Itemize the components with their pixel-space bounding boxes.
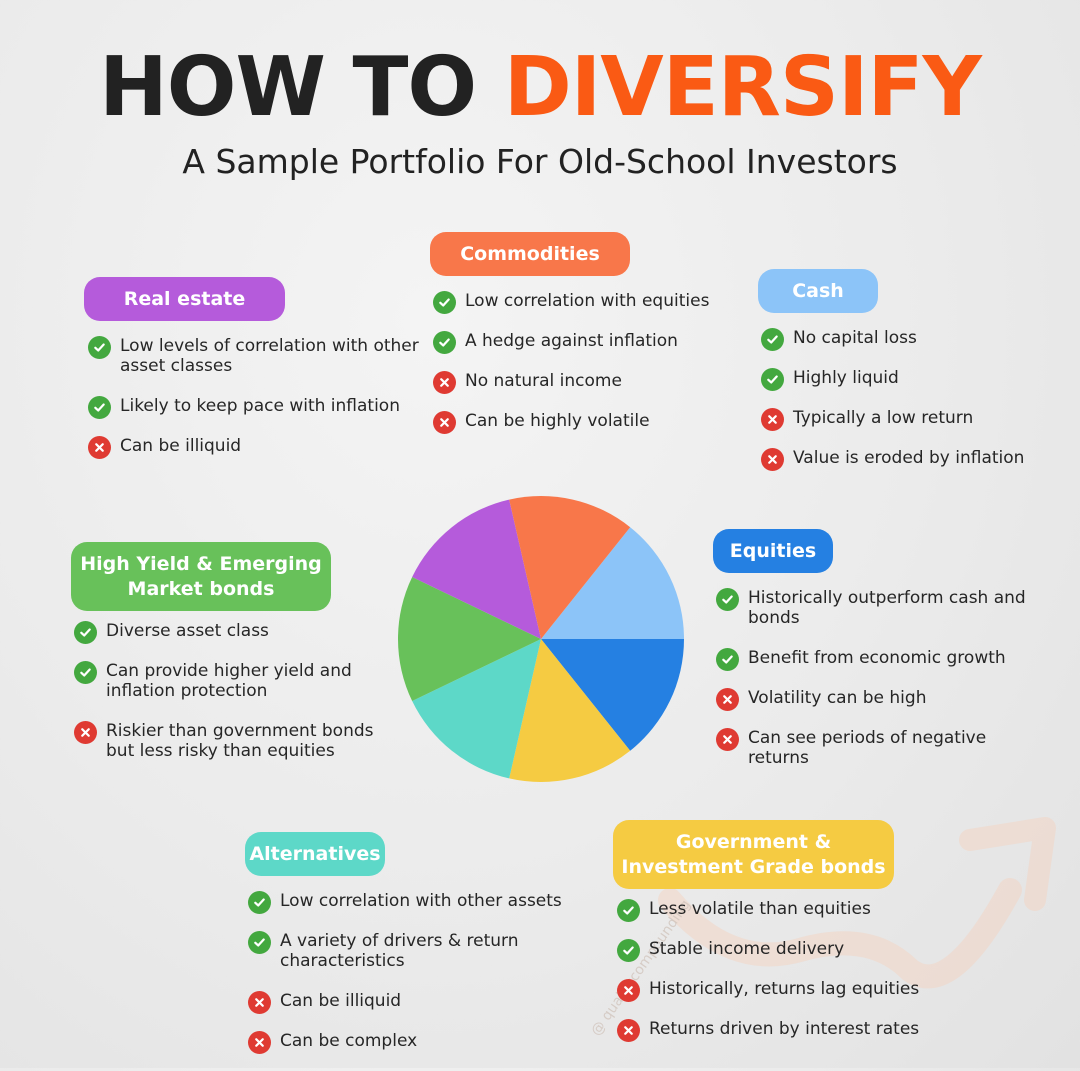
item-text: Riskier than government bonds but less r… [106, 721, 374, 761]
check-circle-icon [617, 939, 640, 962]
item-text: A variety of drivers & return characteri… [280, 931, 519, 971]
equities-pro-item: Benefit from economic growth [716, 648, 1046, 671]
cash-pro-item: No capital loss [761, 328, 1061, 351]
cross-circle-icon [716, 688, 739, 711]
government-pro-item: Stable income delivery [617, 939, 937, 962]
item-text: Stable income delivery [649, 939, 845, 959]
cross-circle-icon [433, 371, 456, 394]
real-estate-con-item: Can be illiquid [88, 436, 423, 459]
check-circle-icon [433, 291, 456, 314]
check-circle-icon [433, 331, 456, 354]
portfolio-pie-chart [398, 496, 684, 782]
cross-circle-icon [433, 411, 456, 434]
item-text: Can provide higher yield and inflation p… [106, 661, 352, 701]
commodities-con-item: No natural income [433, 371, 733, 394]
government-label: Government & Investment Grade bonds [613, 820, 894, 889]
cash-con-item: Value is eroded by inflation [761, 448, 1061, 471]
title-part-1: HOW TO [99, 40, 504, 135]
check-circle-icon [617, 899, 640, 922]
check-circle-icon [761, 328, 784, 351]
check-circle-icon [74, 661, 97, 684]
cross-circle-icon [617, 1019, 640, 1042]
title-part-2: DIVERSIFY [503, 40, 982, 135]
item-text: No natural income [465, 371, 622, 391]
cash-con-item: Typically a low return [761, 408, 1061, 431]
commodities-label: Commodities [430, 232, 630, 276]
item-text: Can be illiquid [120, 436, 242, 456]
cross-circle-icon [248, 1031, 271, 1054]
item-text: Benefit from economic growth [748, 648, 1006, 668]
check-circle-icon [88, 396, 111, 419]
alternatives-pro-item: A variety of drivers & return characteri… [248, 931, 568, 971]
item-text: Low correlation with other assets [280, 891, 562, 911]
item-text: Can be highly volatile [465, 411, 650, 431]
cross-circle-icon [761, 408, 784, 431]
item-text: Likely to keep pace with inflation [120, 396, 400, 416]
alternatives-pro-item: Low correlation with other assets [248, 891, 568, 914]
commodities-pro-item: A hedge against inflation [433, 331, 733, 354]
equities-pro-item: Historically outperform cash and bonds [716, 588, 1046, 628]
cross-circle-icon [88, 436, 111, 459]
cash-pro-item: Highly liquid [761, 368, 1061, 391]
item-text: Can be illiquid [280, 991, 402, 1011]
check-circle-icon [74, 621, 97, 644]
item-text: Value is eroded by inflation [793, 448, 1025, 468]
item-text: Returns driven by interest rates [649, 1019, 920, 1039]
alternatives-con-item: Can be illiquid [248, 991, 568, 1014]
alternatives-label: Alternatives [245, 832, 385, 876]
item-text: Volatility can be high [748, 688, 927, 708]
equities-con-item: Can see periods of negative returns [716, 728, 1046, 768]
commodities-con-item: Can be highly volatile [433, 411, 733, 434]
equities-label: Equities [713, 529, 833, 573]
item-text: Diverse asset class [106, 621, 269, 641]
cross-circle-icon [617, 979, 640, 1002]
cross-circle-icon [74, 721, 97, 744]
real-estate-list: Low levels of correlation with other ass… [88, 336, 423, 476]
high-yield-pro-item: Diverse asset class [74, 621, 404, 644]
item-text: Less volatile than equities [649, 899, 871, 919]
high-yield-con-item: Riskier than government bonds but less r… [74, 721, 404, 761]
alternatives-list: Low correlation with other assets A varie… [248, 891, 568, 1071]
equities-con-item: Volatility can be high [716, 688, 1046, 711]
real-estate-pro-item: Likely to keep pace with inflation [88, 396, 423, 419]
cash-list: No capital loss Highly liquid Typically a … [761, 328, 1061, 488]
cross-circle-icon [761, 448, 784, 471]
high-yield-label: High Yield & Emerging Market bonds [71, 542, 331, 611]
government-con-item: Returns driven by interest rates [617, 1019, 937, 1042]
item-text: Historically, returns lag equities [649, 979, 920, 999]
page-subtitle: A Sample Portfolio For Old-School Invest… [182, 142, 898, 181]
item-text: Highly liquid [793, 368, 899, 388]
check-circle-icon [716, 588, 739, 611]
government-con-item: Historically, returns lag equities [617, 979, 937, 1002]
commodities-pro-item: Low correlation with equities [433, 291, 733, 314]
check-circle-icon [88, 336, 111, 359]
item-text: Historically outperform cash and bonds [748, 588, 1026, 628]
check-circle-icon [248, 891, 271, 914]
high-yield-pro-item: Can provide higher yield and inflation p… [74, 661, 404, 701]
item-text: Low levels of correlation with other ass… [120, 336, 419, 376]
item-text: Typically a low return [793, 408, 974, 428]
item-text: Low correlation with equities [465, 291, 710, 311]
item-text: Can be complex [280, 1031, 418, 1051]
real-estate-pro-item: Low levels of correlation with other ass… [88, 336, 423, 376]
item-text: Can see periods of negative returns [748, 728, 987, 768]
item-text: No capital loss [793, 328, 917, 348]
check-circle-icon [716, 648, 739, 671]
cross-circle-icon [716, 728, 739, 751]
high-yield-list: Diverse asset class Can provide higher yi… [74, 621, 404, 781]
government-pro-item: Less volatile than equities [617, 899, 937, 922]
commodities-list: Low correlation with equities A hedge aga… [433, 291, 733, 451]
check-circle-icon [248, 931, 271, 954]
government-list: Less volatile than equities Stable income… [617, 899, 937, 1059]
equities-list: Historically outperform cash and bonds Be… [716, 588, 1046, 788]
alternatives-con-item: Can be complex [248, 1031, 568, 1054]
cash-label: Cash [758, 269, 878, 313]
real-estate-label: Real estate [84, 277, 285, 321]
cross-circle-icon [248, 991, 271, 1014]
page-title: HOW TO DIVERSIFY [0, 28, 1080, 148]
item-text: A hedge against inflation [465, 331, 678, 351]
check-circle-icon [761, 368, 784, 391]
